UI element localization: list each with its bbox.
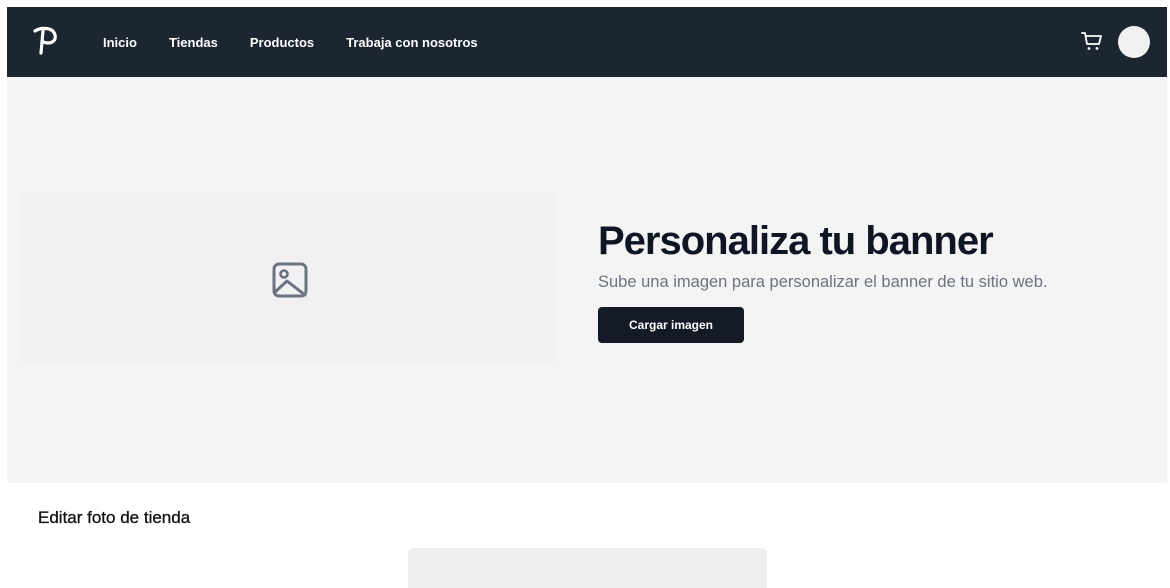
banner-subtitle: Sube una imagen para personalizar el ban… — [598, 273, 1048, 291]
brand-logo-icon[interactable] — [31, 23, 61, 59]
nav-link-productos[interactable]: Productos — [250, 35, 314, 50]
banner-section: Personaliza tu banner Sube una imagen pa… — [7, 77, 1167, 483]
banner-image-placeholder[interactable] — [21, 193, 556, 365]
shopping-cart-icon[interactable] — [1080, 29, 1104, 53]
top-navbar: Inicio Tiendas Productos Trabaja con nos… — [7, 7, 1167, 77]
nav-link-inicio[interactable]: Inicio — [103, 35, 137, 50]
store-photo-placeholder[interactable] — [408, 548, 767, 588]
upload-image-button[interactable]: Cargar imagen — [598, 307, 744, 343]
page: Inicio Tiendas Productos Trabaja con nos… — [0, 0, 1170, 588]
user-avatar[interactable] — [1118, 26, 1150, 58]
nav-link-tiendas[interactable]: Tiendas — [169, 35, 218, 50]
image-placeholder-icon — [271, 261, 309, 299]
store-photo-title: Editar foto de tienda — [38, 508, 191, 527]
nav-link-trabaja-con-nosotros[interactable]: Trabaja con nosotros — [346, 35, 477, 50]
main-nav: Inicio Tiendas Productos Trabaja con nos… — [103, 7, 510, 77]
banner-title: Personaliza tu banner — [598, 219, 994, 263]
